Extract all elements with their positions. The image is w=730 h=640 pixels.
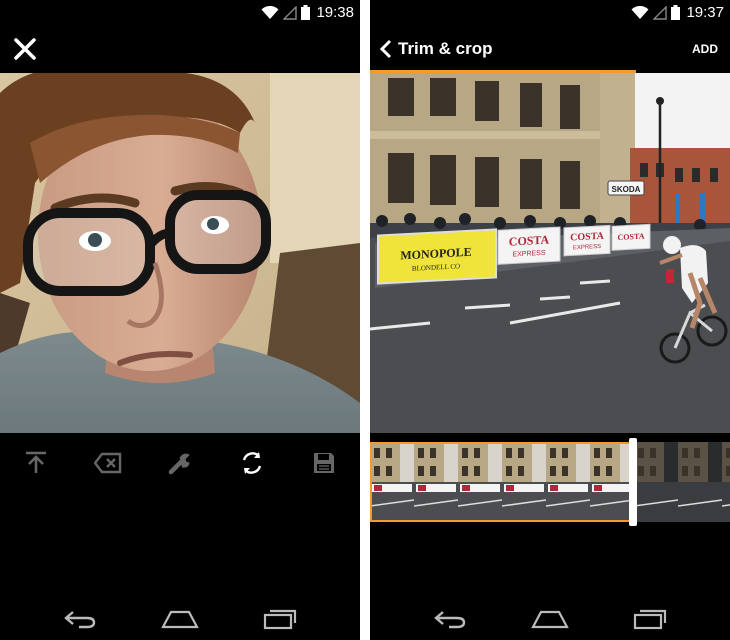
rotate-icon [242,452,262,474]
up-navigation-button[interactable]: Trim & crop [380,38,492,60]
banner-costa-1-text: COSTA [509,233,550,249]
status-bar: 19:38 [0,0,360,26]
rotate-button[interactable] [237,448,267,478]
nav-back-button[interactable] [60,604,100,634]
recents-icon [263,609,297,630]
battery-icon [671,5,681,20]
filmstrip-frame [678,442,722,522]
home-icon [531,610,569,629]
battery-icon [301,5,311,20]
banner-costa-2-text: COSTA [570,231,604,244]
trim-crop-screen: 19:37 Trim & crop ADD SKODA MONOPOLE BLO… [370,0,730,640]
photo-editor-screen: 19:38 [0,0,360,640]
delete-icon [94,452,122,474]
signal-icon [283,5,298,20]
status-time: 19:37 [686,4,724,21]
trim-selection [370,442,634,522]
photo-preview [0,73,360,433]
nav-recents-button[interactable] [630,604,670,634]
chevron-left-icon [380,39,392,59]
close-button[interactable] [12,36,38,62]
skoda-sign-text: SKODA [612,185,641,194]
share-button[interactable] [21,448,51,478]
add-button[interactable]: ADD [692,42,718,56]
banner-costa-3-text: COSTA [618,232,645,242]
filmstrip-frame [722,442,730,522]
save-icon [314,453,334,473]
status-bar: 19:37 [370,0,730,26]
save-button[interactable] [309,448,339,478]
recents-icon [633,609,667,630]
status-time: 19:38 [316,4,354,21]
wifi-icon [631,5,649,19]
system-nav-bar [0,598,360,640]
tools-button[interactable] [165,448,195,478]
close-icon [14,38,36,60]
nav-back-button[interactable] [430,604,470,634]
filmstrip-frame [634,442,678,522]
page-title: Trim & crop [398,39,493,58]
back-icon [64,611,96,629]
back-icon [434,611,466,629]
editor-toolbar [0,440,360,490]
trim-end-handle[interactable] [629,438,637,526]
signal-icon [653,5,668,20]
home-icon [161,610,199,629]
wrench-icon [168,453,190,475]
share-icon [26,451,46,473]
nav-recents-button[interactable] [260,604,300,634]
wifi-icon [261,5,279,19]
nav-home-button[interactable] [530,604,570,634]
nav-home-button[interactable] [160,604,200,634]
delete-button[interactable] [93,448,123,478]
action-bar: Trim & crop ADD [370,26,730,72]
system-nav-bar [370,598,730,640]
video-preview[interactable]: SKODA MONOPOLE BLONDELL CO COSTA EXPRESS… [370,73,730,433]
